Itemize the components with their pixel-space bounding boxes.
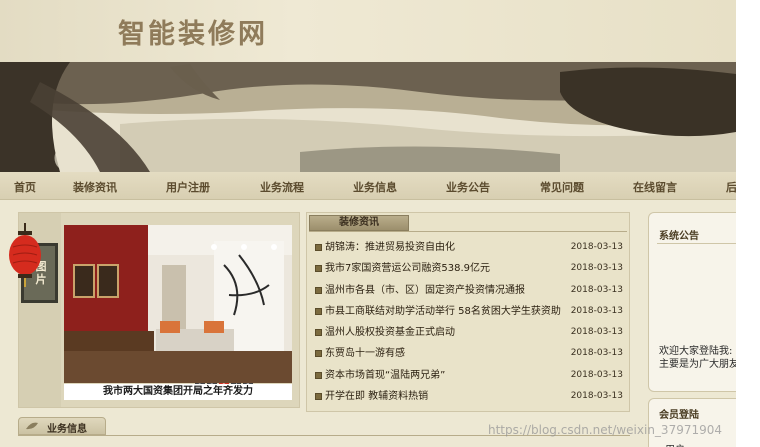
divider xyxy=(309,231,627,232)
news-title[interactable]: 东贾岛十一游有感 xyxy=(325,343,405,364)
news-date: 2018-03-13 xyxy=(570,305,623,316)
list-item[interactable]: 胡锦涛：推进贸易投资自由化 2018-03-13 xyxy=(315,237,627,258)
news-date: 2018-03-13 xyxy=(570,284,623,295)
slideshow-image[interactable] xyxy=(64,225,292,383)
news-list: 胡锦涛：推进贸易投资自由化 2018-03-13 我市7家国资营运公司融资538.… xyxy=(315,237,627,407)
list-item[interactable]: 市县工商联结对助学活动举行 58名贫困大学生获资助 2018-03-13 xyxy=(315,301,627,322)
member-title: 会员登陆 xyxy=(659,410,699,421)
news-title[interactable]: 胡锦涛：推进贸易投资自由化 xyxy=(325,237,455,258)
nav-item-home[interactable]: 首页 xyxy=(14,179,36,195)
tab-label: 业务信息 xyxy=(47,424,87,435)
nav-item-register[interactable]: 用户注册 xyxy=(166,179,210,195)
tab-label: 装修资讯 xyxy=(339,217,379,228)
list-item[interactable]: 资本市场首现“温陆两兄弟” 2018-03-13 xyxy=(315,365,627,386)
nav-item-more[interactable]: 后 xyxy=(726,179,736,195)
nav-item-faq[interactable]: 常见问题 xyxy=(540,179,584,195)
bullet-icon xyxy=(315,350,322,358)
watermark-text: https://blog.csdn.net/weixin_37971904 xyxy=(488,423,723,437)
list-item[interactable]: 开学在即 教辅资料热销 2018-03-13 xyxy=(315,386,627,407)
news-title[interactable]: 市县工商联结对助学活动举行 58名贫困大学生获资助 xyxy=(325,301,561,322)
notice-title: 系统公告 xyxy=(659,231,699,242)
bullet-icon xyxy=(315,329,322,337)
bullet-icon xyxy=(315,265,322,273)
bullet-icon xyxy=(315,393,322,401)
nav-item-decor-news[interactable]: 装修资讯 xyxy=(73,179,117,195)
leaf-icon xyxy=(26,422,38,430)
news-title[interactable]: 我市7家国资营运公司融资538.9亿元 xyxy=(325,258,490,279)
banner-image xyxy=(0,62,736,172)
notice-line-1: 欢迎大家登陆我: xyxy=(659,346,733,357)
username-label: 用户 xyxy=(665,441,685,447)
lantern-icon xyxy=(9,223,41,287)
news-panel: 装修资讯 胡锦涛：推进贸易投资自由化 2018-03-13 我市7家国资营运公司融… xyxy=(306,212,630,412)
living-room-photo xyxy=(64,225,292,383)
nav-item-process[interactable]: 业务流程 xyxy=(260,179,304,195)
news-date: 2018-03-13 xyxy=(570,391,623,402)
notice-line-2: 主要是为广大朋友 xyxy=(659,359,736,370)
nav-item-announcements[interactable]: 业务公告 xyxy=(446,179,490,195)
bullet-icon xyxy=(315,371,322,379)
page: 智能装修网 首页 装修资讯 用户注册 业务流程 业务信息 业务公告 常见问题 在… xyxy=(0,0,736,447)
list-item[interactable]: 我市7家国资营运公司融资538.9亿元 2018-03-13 xyxy=(315,258,627,279)
list-item[interactable]: 温州人股权投资基金正式启动 2018-03-13 xyxy=(315,322,627,343)
site-header: 智能装修网 xyxy=(0,0,736,62)
news-date: 2018-03-13 xyxy=(570,263,623,274)
tab-business-info[interactable]: 业务信息 xyxy=(18,417,106,435)
notice-text: 欢迎大家登陆我: 主要是为广大朋友 xyxy=(659,345,736,371)
news-date: 2018-03-13 xyxy=(570,369,623,380)
news-title[interactable]: 开学在即 教辅资料热销 xyxy=(325,386,428,407)
slideshow-pager: 12345 xyxy=(195,373,255,391)
nav-item-business-info[interactable]: 业务信息 xyxy=(353,179,397,195)
main-nav: 首页 装修资讯 用户注册 业务流程 业务信息 业务公告 常见问题 在线留言 后 xyxy=(0,172,736,200)
news-date: 2018-03-13 xyxy=(570,327,623,338)
tab-decor-news[interactable]: 装修资讯 xyxy=(309,215,409,231)
news-date: 2018-03-13 xyxy=(570,348,623,359)
banner-landscape xyxy=(0,62,736,172)
bullet-icon xyxy=(315,286,322,294)
news-title[interactable]: 资本市场首现“温陆两兄弟” xyxy=(325,365,445,386)
news-date: 2018-03-13 xyxy=(570,242,623,252)
news-title[interactable]: 温州人股权投资基金正式启动 xyxy=(325,322,455,343)
photo-panel: 图片 我市两大国资集团开局之年齐发力 xyxy=(9,212,300,408)
nav-item-guestbook[interactable]: 在线留言 xyxy=(633,179,677,195)
divider xyxy=(657,243,736,244)
news-title[interactable]: 温州市各县（市、区）固定资产投资情况通报 xyxy=(325,280,525,301)
list-item[interactable]: 东贾岛十一游有感 2018-03-13 xyxy=(315,343,627,364)
bullet-icon xyxy=(315,244,322,251)
list-item[interactable]: 温州市各县（市、区）固定资产投资情况通报 2018-03-13 xyxy=(315,280,627,301)
slideshow-caption[interactable]: 我市两大国资集团开局之年齐发力 xyxy=(64,384,292,400)
notice-panel: 系统公告 欢迎大家登陆我: 主要是为广大朋友 xyxy=(648,212,736,392)
bullet-icon xyxy=(315,307,322,315)
site-title: 智能装修网 xyxy=(118,19,268,50)
